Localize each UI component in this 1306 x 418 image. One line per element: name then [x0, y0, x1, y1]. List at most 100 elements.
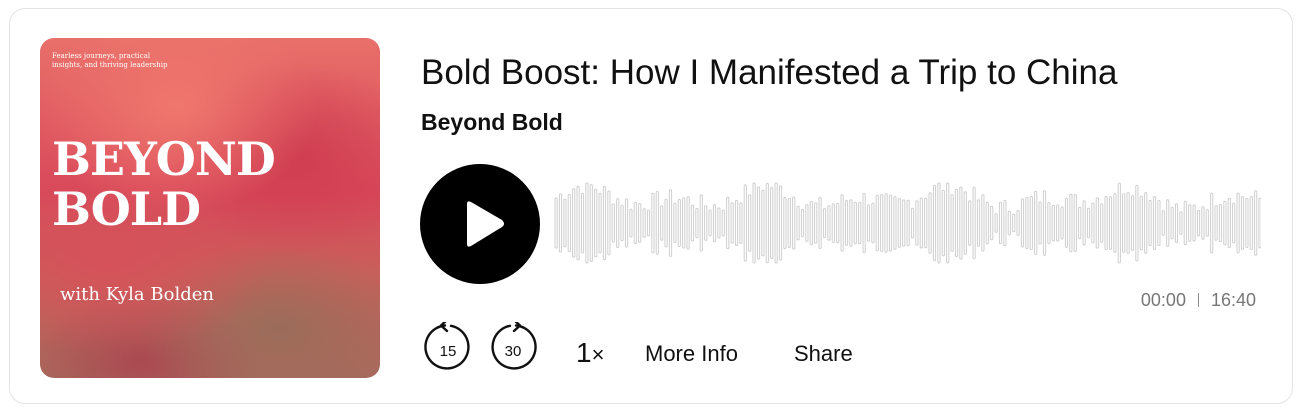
waveform-bar — [682, 197, 686, 249]
waveform-bar — [924, 197, 928, 249]
waveform-bar — [589, 184, 593, 262]
waveform-bar — [602, 185, 607, 261]
waveform-bar — [607, 190, 611, 256]
waveform-bar — [937, 182, 941, 264]
show-name[interactable]: Beyond Bold — [421, 108, 563, 136]
waveform-bar — [598, 192, 602, 254]
waveform-bar — [880, 194, 884, 252]
waveform-bar — [1029, 196, 1033, 250]
waveform-bar — [1007, 210, 1011, 236]
waveform-bar — [730, 202, 734, 244]
waveform-bar — [642, 208, 646, 238]
waveform-bar — [1148, 199, 1152, 247]
play-icon — [467, 201, 504, 247]
waveform-bar — [1078, 206, 1082, 240]
waveform-bar — [1157, 200, 1161, 246]
waveform-bar — [1020, 198, 1025, 248]
waveform-bar — [1051, 204, 1055, 242]
waveform-bar — [963, 191, 967, 255]
share-button[interactable]: Share — [794, 341, 853, 367]
waveform-bar — [699, 194, 703, 252]
episode-title: Bold Boost: How I Manifested a Trip to C… — [421, 53, 1118, 92]
waveform-bar — [1042, 190, 1047, 256]
skip-back-button[interactable]: 15 — [423, 318, 473, 372]
waveform-bar — [1179, 211, 1183, 235]
waveform-bar — [1183, 200, 1187, 246]
waveform-bar — [1166, 199, 1170, 247]
play-button[interactable] — [420, 164, 540, 284]
waveform-bar — [1139, 195, 1143, 251]
waveform-bar — [994, 213, 998, 233]
waveform-bar — [708, 209, 712, 237]
waveform-bar — [985, 201, 989, 245]
waveform-bar — [748, 194, 752, 252]
waveform-bar — [836, 202, 840, 244]
waveform-bar — [875, 194, 879, 252]
waveform-bar — [1135, 184, 1139, 262]
waveform-bar — [831, 203, 835, 243]
waveform-bar — [646, 209, 651, 237]
waveform-bar — [849, 199, 853, 247]
waveform-bar — [888, 194, 893, 252]
waveform-bar — [712, 204, 717, 243]
waveform-bar — [558, 193, 563, 253]
waveform-bar — [624, 198, 629, 248]
waveform-bar — [796, 205, 800, 241]
waveform-bar — [704, 205, 708, 241]
waveform-bar — [1210, 192, 1214, 254]
artwork-title-line-2: BOLD — [52, 182, 201, 236]
waveform-bar — [1016, 210, 1020, 236]
waveform-bar — [1161, 210, 1165, 236]
waveform-bar — [805, 204, 809, 242]
waveform-scrubber[interactable] — [553, 180, 1261, 266]
waveform-bar — [611, 203, 615, 243]
waveform-bar — [1205, 209, 1209, 237]
waveform-bar — [1126, 192, 1130, 254]
duration: 16:40 — [1210, 290, 1256, 310]
waveform-bar — [717, 207, 721, 239]
waveform-bar — [1122, 193, 1126, 253]
more-info-button[interactable]: More Info — [645, 341, 738, 367]
waveform-bar — [756, 186, 761, 260]
waveform-bar — [959, 186, 963, 260]
waveform-bar — [954, 188, 959, 258]
waveform-bar — [990, 205, 994, 241]
waveform-bar — [800, 208, 805, 238]
waveform-bar — [946, 182, 950, 264]
waveform-bar — [1113, 193, 1117, 253]
waveform-bar — [783, 197, 787, 250]
waveform-bar — [809, 200, 813, 246]
waveform-bar — [1258, 197, 1261, 249]
waveform-bar — [1240, 196, 1245, 250]
podcast-artwork: Fearless journeys, practical insights, a… — [40, 38, 380, 378]
waveform-bar — [968, 200, 972, 246]
waveform-bar — [695, 207, 699, 239]
waveform-bar — [734, 199, 739, 246]
artwork-title-line-1: BEYOND — [52, 132, 276, 186]
waveform-bar — [616, 198, 620, 249]
waveform-bar — [827, 205, 831, 241]
playback-speed-button[interactable]: 1× — [576, 336, 604, 372]
waveform-bar — [906, 199, 910, 247]
waveform-bar — [1012, 213, 1016, 233]
waveform-bar — [585, 182, 589, 264]
skip-forward-button[interactable]: 30 — [488, 318, 538, 372]
waveform-bar — [1254, 190, 1258, 256]
waveform-bar — [752, 182, 756, 264]
waveform-bar — [981, 194, 985, 252]
waveform-bar — [858, 201, 862, 245]
waveform-bar — [1086, 207, 1091, 239]
waveform-bar — [554, 197, 558, 249]
waveform-bar — [1232, 202, 1236, 244]
waveform-bar — [871, 202, 875, 244]
waveform-bar — [739, 202, 743, 244]
waveform-bar — [1144, 192, 1148, 254]
waveform-bar — [721, 209, 725, 237]
waveform-bar — [1196, 209, 1201, 237]
waveform-bar — [580, 192, 585, 254]
waveform-bar — [844, 200, 849, 246]
waveform-bar — [853, 201, 857, 245]
waveform-bar — [664, 198, 668, 248]
waveform-bar — [976, 199, 981, 247]
waveform-bar — [1201, 206, 1205, 240]
